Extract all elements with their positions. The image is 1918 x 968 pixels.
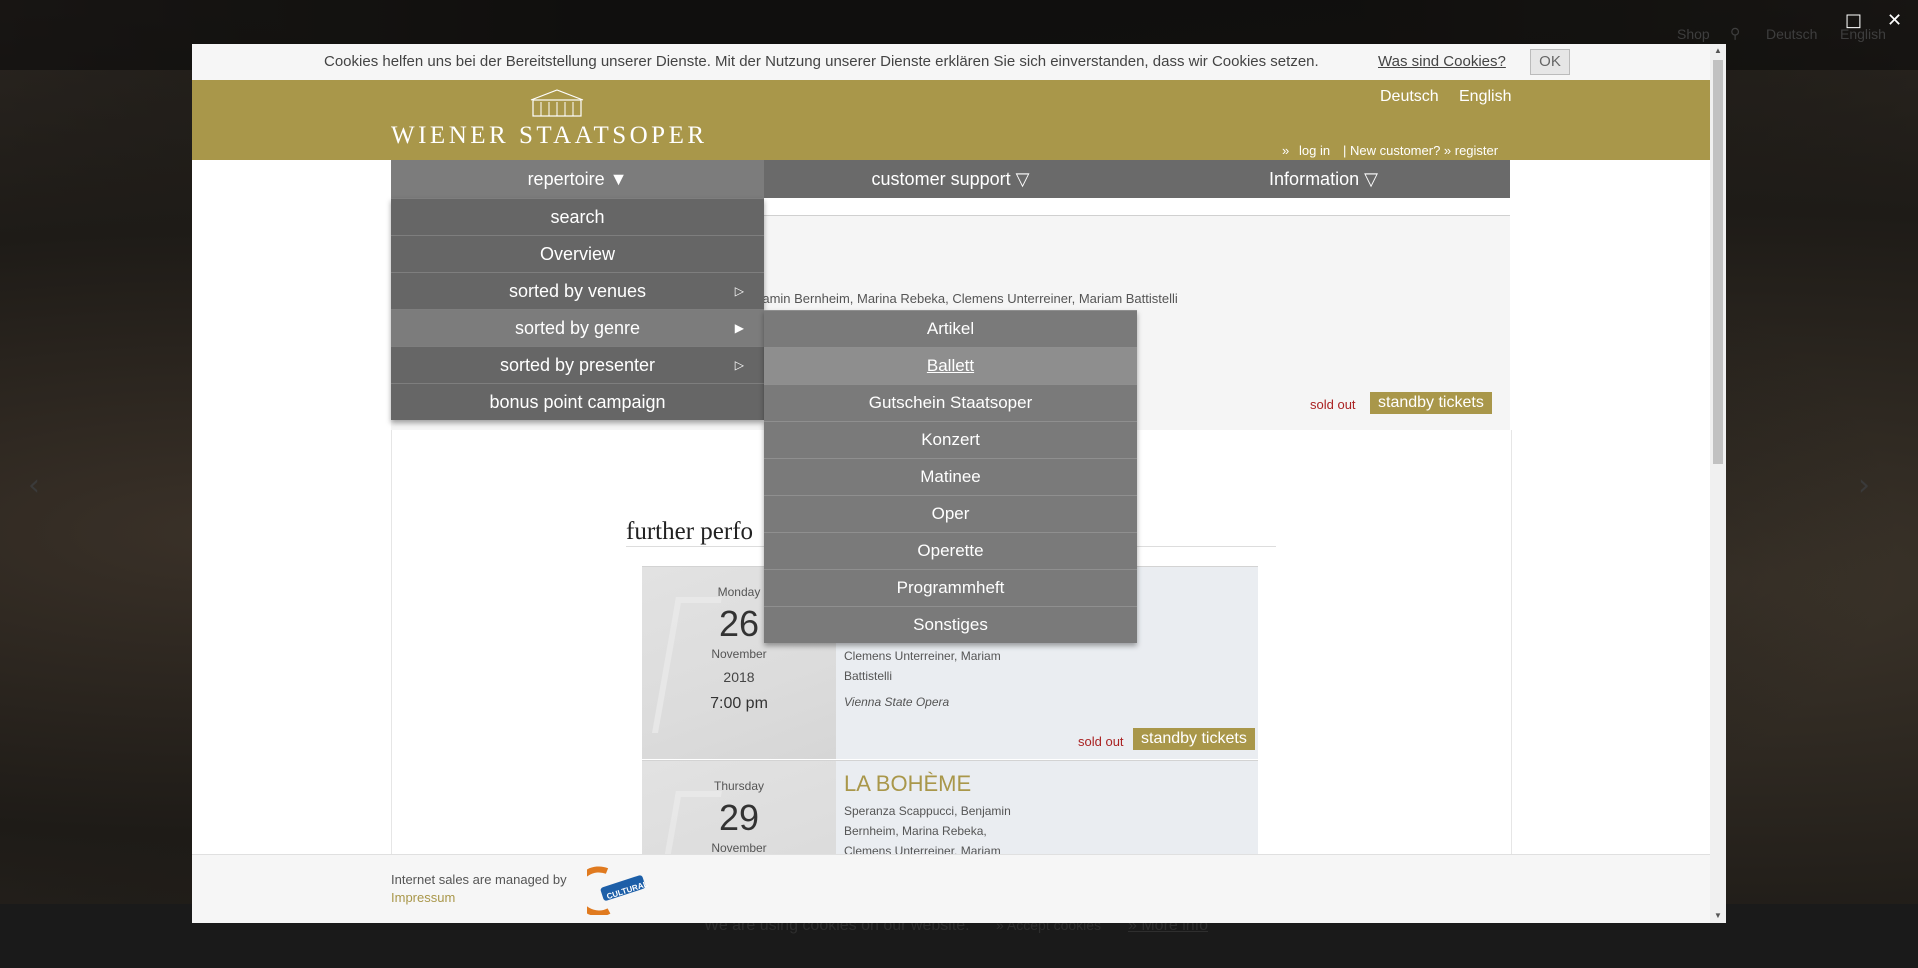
- cultural-logo-icon[interactable]: CULTURAL: [587, 863, 649, 915]
- menu-item-label: Overview: [539, 244, 615, 264]
- opera-house-logo-icon[interactable]: [527, 88, 587, 118]
- background-shop-link: Shop: [1677, 26, 1710, 42]
- site-footer: Internet sales are managed by Impressum …: [192, 854, 1710, 923]
- performance-cast: Speranza Scappucci, Benjamin Bernheim, M…: [844, 804, 1011, 858]
- background-prev-arrow-icon: ‹: [28, 468, 40, 503]
- submenu-arrow-icon: ▷: [734, 284, 744, 298]
- modal-scrollbar[interactable]: ▲ ▼: [1710, 44, 1726, 923]
- language-deutsch-link[interactable]: Deutsch: [1380, 88, 1439, 106]
- menu-item-label: bonus point campaign: [489, 392, 666, 412]
- close-icon[interactable]: ✕: [1887, 10, 1902, 31]
- submenu-arrow-icon: ▷: [734, 358, 744, 372]
- menu-item-label: sorted by presenter: [499, 355, 656, 375]
- menu-item-venues[interactable]: sorted by venues ▷: [391, 272, 764, 309]
- genre-submenu: Artikel Ballett Gutschein Staatsoper Kon…: [764, 310, 1137, 643]
- genre-item-ballett[interactable]: Ballett: [764, 347, 1137, 384]
- menu-item-genre[interactable]: sorted by genre ▶: [391, 309, 764, 346]
- menu-item-overview[interactable]: Overview: [391, 235, 764, 272]
- menu-item-label: search: [550, 207, 605, 227]
- background-next-arrow-icon: ›: [1858, 468, 1870, 503]
- main-nav: repertoire ▼ customer support ▽ Informat…: [391, 160, 1510, 198]
- genre-item-matinee[interactable]: Matinee: [764, 458, 1137, 495]
- shop-modal: Cookies helfen uns bei der Bereitstellun…: [192, 44, 1726, 923]
- nav-repertoire[interactable]: repertoire ▼: [391, 160, 764, 198]
- maximize-icon[interactable]: □: [1845, 10, 1862, 31]
- register-link[interactable]: | New customer? » register: [1343, 143, 1498, 158]
- scroll-thumb[interactable]: [1713, 60, 1723, 464]
- genre-item-oper[interactable]: Oper: [764, 495, 1137, 532]
- menu-item-bonus[interactable]: bonus point campaign: [391, 383, 764, 420]
- performance-cast: enjamin Bernheim, Marina Rebeka, Clemens…: [745, 291, 1178, 306]
- sold-out-label: sold out: [1310, 397, 1356, 412]
- performance-cast: Clemens Unterreiner, Mariam Battistelli: [844, 649, 1001, 683]
- performance-venue: Vienna State Opera: [844, 695, 950, 709]
- login-link[interactable]: log in: [1299, 143, 1330, 158]
- menu-item-search[interactable]: search: [391, 198, 764, 235]
- background-deutsch-link: Deutsch: [1766, 26, 1818, 42]
- scroll-up-icon[interactable]: ▲: [1710, 44, 1726, 58]
- performance-weekday: Thursday: [713, 779, 765, 793]
- genre-item-artikel[interactable]: Artikel: [764, 310, 1137, 347]
- menu-item-presenter[interactable]: sorted by presenter ▷: [391, 346, 764, 383]
- cookie-ok-button[interactable]: OK: [1530, 49, 1570, 75]
- performance-month: November: [711, 647, 767, 661]
- genre-item-gutschein[interactable]: Gutschein Staatsoper: [764, 384, 1137, 421]
- performance-year: 2018: [723, 669, 755, 685]
- cookie-info-link[interactable]: Was sind Cookies?: [1378, 53, 1506, 70]
- nav-customer-support[interactable]: customer support ▽: [764, 160, 1137, 198]
- standby-tickets-button[interactable]: standby tickets: [1370, 392, 1492, 414]
- login-prefix: »: [1282, 143, 1290, 158]
- footer-text: Internet sales are managed by: [391, 872, 567, 887]
- genre-item-operette[interactable]: Operette: [764, 532, 1137, 569]
- performance-month: November: [711, 841, 767, 855]
- site-logo-text[interactable]: WIENER STAATSOPER: [391, 122, 708, 150]
- genre-item-konzert[interactable]: Konzert: [764, 421, 1137, 458]
- performance-time: 7:00 pm: [710, 695, 768, 712]
- nav-information[interactable]: Information ▽: [1137, 160, 1510, 198]
- genre-item-programmheft[interactable]: Programmheft: [764, 569, 1137, 606]
- submenu-arrow-icon: ▶: [734, 321, 744, 335]
- menu-item-label: sorted by venues: [508, 281, 647, 301]
- cookie-text: Cookies helfen uns bei der Bereitstellun…: [324, 53, 1319, 70]
- background-search-icon: ⚲: [1730, 26, 1741, 42]
- impressum-link[interactable]: Impressum: [391, 890, 455, 905]
- cookie-bar: Cookies helfen uns bei der Bereitstellun…: [192, 44, 1710, 81]
- further-performances-heading: further perfo: [626, 518, 754, 545]
- sold-out-label: sold out: [1078, 734, 1124, 749]
- scroll-down-icon[interactable]: ▼: [1710, 909, 1726, 923]
- language-english-link[interactable]: English: [1459, 88, 1511, 106]
- site-header: WIENER STAATSOPER Deutsch English » log …: [192, 80, 1710, 160]
- genre-item-sonstiges[interactable]: Sonstiges: [764, 606, 1137, 643]
- repertoire-menu: search Overview sorted by venues ▷ sorte…: [391, 198, 764, 420]
- performance-title[interactable]: LA BOHÈME: [844, 771, 971, 797]
- menu-item-label: sorted by genre: [514, 318, 641, 338]
- performance-day: 29: [718, 797, 760, 838]
- standby-tickets-button[interactable]: standby tickets: [1133, 728, 1255, 750]
